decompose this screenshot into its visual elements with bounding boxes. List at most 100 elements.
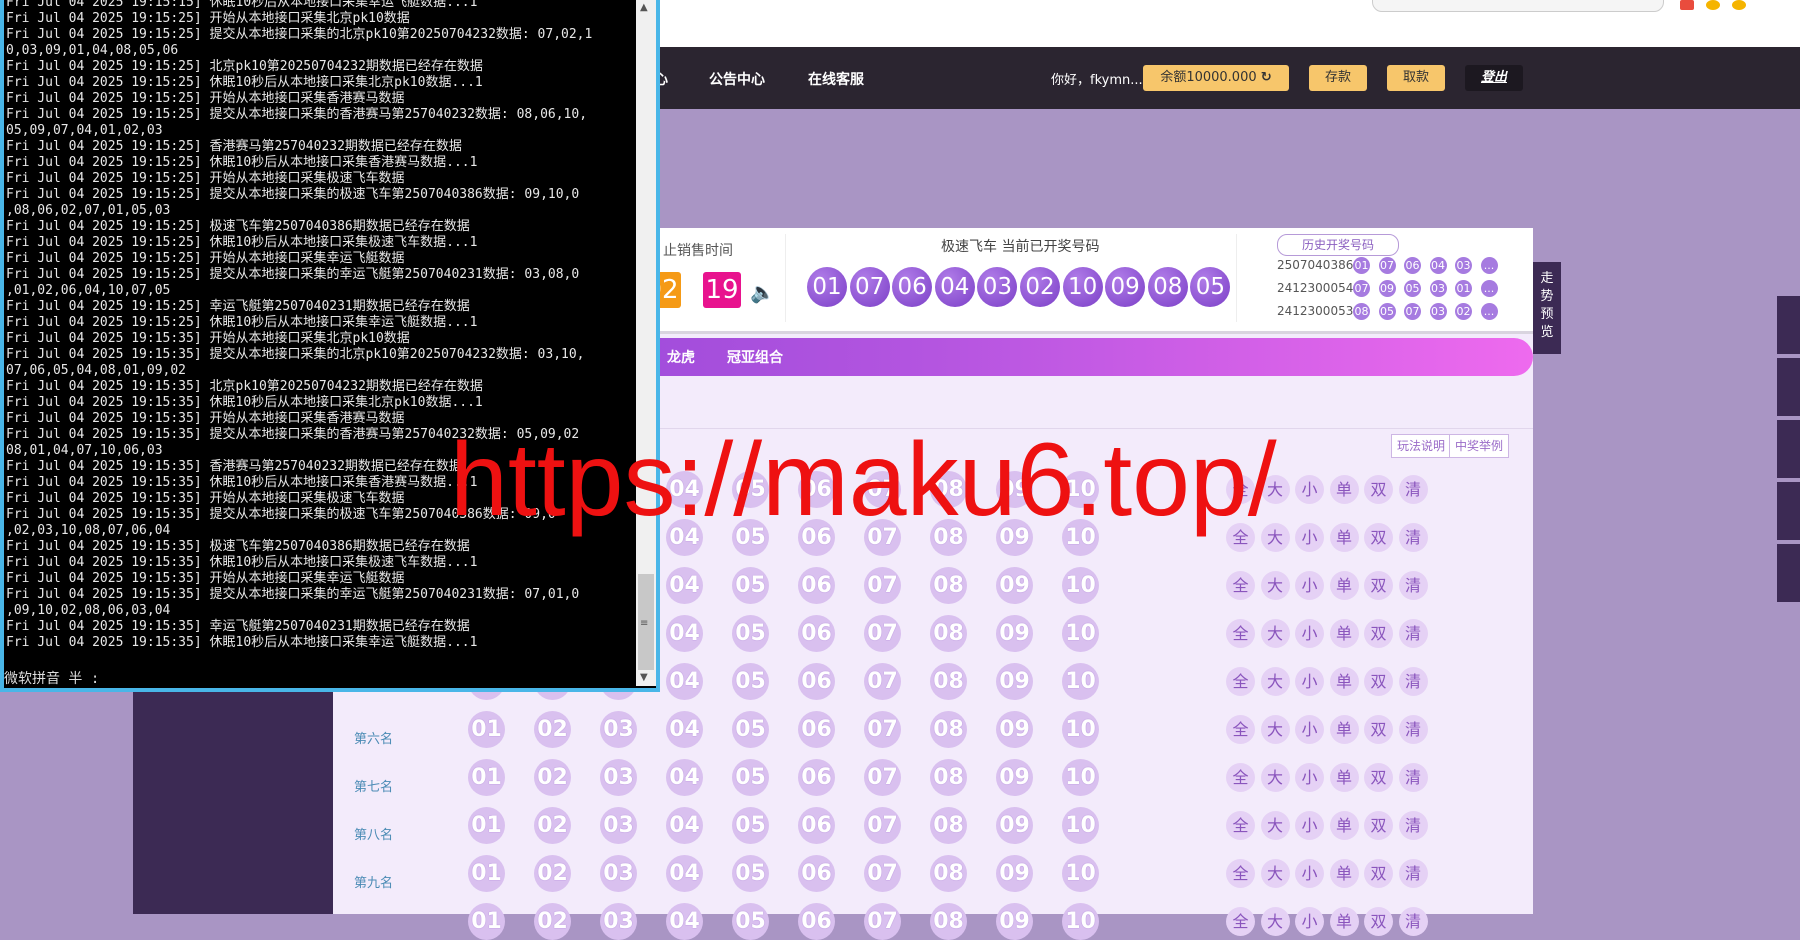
number-ball[interactable]: 02 [534, 807, 571, 844]
quick-pick-button[interactable]: 小 [1295, 523, 1324, 552]
number-ball[interactable]: 10 [1062, 663, 1099, 700]
withdraw-button[interactable]: 取款 [1387, 65, 1445, 91]
quick-pick-button[interactable]: 大 [1260, 763, 1290, 792]
number-ball[interactable]: 04 [666, 855, 703, 892]
quick-pick-button[interactable]: 全 [1226, 811, 1255, 840]
number-ball[interactable]: 07 [864, 663, 901, 700]
side-float-button[interactable] [1777, 420, 1800, 478]
quick-pick-button[interactable]: 大 [1260, 859, 1290, 888]
quick-pick-button[interactable]: 大 [1260, 907, 1290, 936]
speaker-icon[interactable]: 🔈 [750, 280, 775, 304]
number-ball[interactable]: 09 [996, 567, 1033, 604]
quick-pick-button[interactable]: 双 [1364, 523, 1393, 552]
quick-pick-button[interactable]: 全 [1226, 619, 1255, 648]
quick-pick-button[interactable]: 大 [1260, 619, 1290, 648]
quick-pick-button[interactable]: 双 [1364, 619, 1393, 648]
quick-pick-button[interactable]: 单 [1329, 715, 1359, 744]
number-ball[interactable]: 07 [864, 567, 901, 604]
number-ball[interactable]: 05 [732, 663, 769, 700]
quick-pick-button[interactable]: 全 [1226, 715, 1255, 744]
number-ball[interactable]: 07 [864, 855, 901, 892]
quick-pick-button[interactable]: 小 [1295, 475, 1324, 504]
side-float-button[interactable] [1777, 544, 1800, 602]
quick-pick-button[interactable]: 单 [1329, 571, 1359, 600]
trend-preview-tab[interactable]: 走 势 预 览 [1533, 262, 1561, 354]
number-ball[interactable]: 01 [468, 903, 505, 940]
number-ball[interactable]: 06 [798, 663, 835, 700]
quick-pick-button[interactable]: 双 [1364, 763, 1393, 792]
quick-pick-button[interactable]: 清 [1398, 907, 1428, 936]
number-ball[interactable]: 04 [666, 567, 703, 604]
number-ball[interactable]: 05 [732, 711, 769, 748]
number-ball[interactable]: 08 [930, 855, 967, 892]
number-ball[interactable]: 01 [468, 807, 505, 844]
terminal-window[interactable]: Fri Jul 04 2025 19:15:15] 休眠10秒后从本地接口采集幸… [0, 0, 660, 692]
quick-pick-button[interactable]: 清 [1398, 811, 1428, 840]
number-ball[interactable]: 08 [930, 567, 967, 604]
number-ball[interactable]: 05 [732, 759, 769, 796]
number-ball[interactable]: 05 [732, 807, 769, 844]
quick-pick-button[interactable]: 单 [1329, 907, 1359, 936]
tab-dragon-tiger[interactable]: 龙虎 [667, 347, 695, 367]
quick-pick-button[interactable]: 清 [1398, 859, 1428, 888]
number-ball[interactable]: 07 [864, 711, 901, 748]
quick-pick-button[interactable]: 清 [1398, 571, 1428, 600]
number-ball[interactable]: 03 [600, 711, 637, 748]
number-ball[interactable]: 05 [732, 567, 769, 604]
number-ball[interactable]: 09 [996, 807, 1033, 844]
quick-pick-button[interactable]: 全 [1226, 859, 1255, 888]
number-ball[interactable]: 09 [996, 903, 1033, 940]
number-ball[interactable]: 07 [864, 807, 901, 844]
number-ball[interactable]: 02 [534, 759, 571, 796]
number-ball[interactable]: 08 [930, 615, 967, 652]
number-ball[interactable]: 10 [1062, 759, 1099, 796]
nav-link-announcements[interactable]: 公告中心 [709, 69, 765, 89]
extension-icon[interactable] [1680, 0, 1694, 10]
number-ball[interactable]: 08 [930, 759, 967, 796]
quick-pick-button[interactable]: 单 [1329, 667, 1359, 696]
number-ball[interactable]: 02 [534, 711, 571, 748]
quick-pick-button[interactable]: 清 [1398, 523, 1428, 552]
number-ball[interactable]: 04 [666, 903, 703, 940]
quick-pick-button[interactable]: 小 [1295, 763, 1324, 792]
side-float-button[interactable] [1777, 296, 1800, 354]
quick-pick-button[interactable]: 单 [1329, 475, 1359, 504]
number-ball[interactable]: 06 [798, 759, 835, 796]
number-ball[interactable]: 10 [1062, 615, 1099, 652]
number-ball[interactable]: 06 [798, 567, 835, 604]
number-ball[interactable]: 09 [996, 663, 1033, 700]
number-ball[interactable]: 09 [996, 711, 1033, 748]
quick-pick-button[interactable]: 清 [1398, 475, 1428, 504]
quick-pick-button[interactable]: 双 [1364, 667, 1393, 696]
number-ball[interactable]: 04 [666, 663, 703, 700]
quick-pick-button[interactable]: 清 [1398, 715, 1428, 744]
number-ball[interactable]: 05 [732, 615, 769, 652]
quick-pick-button[interactable]: 清 [1398, 667, 1428, 696]
how-to-play-button[interactable]: 玩法说明 [1391, 434, 1451, 458]
number-ball[interactable]: 06 [798, 903, 835, 940]
terminal-scrollbar[interactable]: ▲ ≡ ▼ [636, 0, 656, 686]
address-bar[interactable] [1372, 0, 1664, 12]
number-ball[interactable]: 05 [732, 903, 769, 940]
logout-button[interactable]: 登出 [1465, 65, 1523, 91]
number-ball[interactable]: 06 [798, 807, 835, 844]
history-button[interactable]: 历史开奖号码 [1277, 234, 1399, 256]
number-ball[interactable]: 07 [864, 903, 901, 940]
quick-pick-button[interactable]: 小 [1295, 667, 1324, 696]
quick-pick-button[interactable]: 大 [1260, 715, 1290, 744]
quick-pick-button[interactable]: 单 [1329, 811, 1359, 840]
quick-pick-button[interactable]: 小 [1295, 571, 1324, 600]
quick-pick-button[interactable]: 双 [1364, 715, 1393, 744]
quick-pick-button[interactable]: 清 [1398, 763, 1428, 792]
quick-pick-button[interactable]: 小 [1295, 859, 1324, 888]
number-ball[interactable]: 09 [996, 615, 1033, 652]
example-button[interactable]: 中奖举例 [1449, 434, 1509, 458]
number-ball[interactable]: 03 [600, 759, 637, 796]
number-ball[interactable]: 10 [1062, 711, 1099, 748]
quick-pick-button[interactable]: 大 [1260, 571, 1290, 600]
number-ball[interactable]: 03 [600, 855, 637, 892]
quick-pick-button[interactable]: 全 [1226, 571, 1255, 600]
profile-icon[interactable] [1732, 0, 1746, 10]
number-ball[interactable]: 03 [600, 807, 637, 844]
number-ball[interactable]: 03 [600, 903, 637, 940]
